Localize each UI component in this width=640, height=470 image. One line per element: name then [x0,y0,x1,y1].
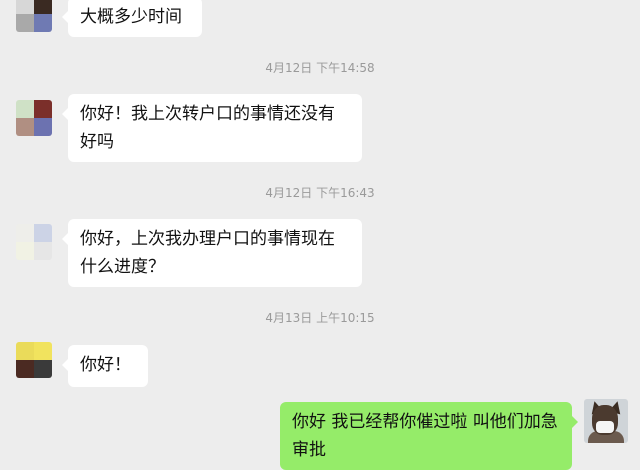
contact-avatar[interactable] [16,0,52,32]
avatar-pixel [16,242,34,260]
contact-avatar[interactable] [16,100,52,136]
avatar-pixel [16,14,34,32]
avatar-pixel [16,224,34,242]
avatar-pixel [34,118,52,136]
contact-avatar[interactable] [16,224,52,260]
avatar-pixel [16,0,34,14]
avatar-pixel [34,14,52,32]
avatar-pixel [16,100,34,118]
contact-avatar[interactable] [16,342,52,378]
timestamp: 4月13日 上午10:15 [265,311,375,325]
avatar-pixel [16,342,34,360]
avatar-pixel [34,360,52,378]
avatar-pixel [34,242,52,260]
avatar-pixel [16,118,34,136]
message-bubble[interactable]: 你好，上次我办理户口的事情现在什么进度？ [62,219,362,287]
timestamp: 4月12日 下午16:43 [265,186,375,200]
avatar-pixel [34,342,52,360]
chat-window[interactable]: 大概多少时间 4月12日 下午14:58 你好！我上次转户口的事情还没有好吗 4… [0,0,640,470]
avatar-pixel [34,0,52,14]
avatar-pixel [16,360,34,378]
avatar-pixel [34,100,52,118]
message-bubble-self[interactable]: 你好 我已经帮你催过啦 叫他们加急审批 [280,402,578,470]
timestamp: 4月12日 下午14:58 [265,61,375,75]
self-avatar[interactable] [584,399,628,443]
message-bubble[interactable]: 你好！我上次转户口的事情还没有好吗 [62,94,362,162]
message-bubble[interactable]: 你好！ [62,345,148,387]
mask-icon [596,421,614,433]
avatar-pixel [34,224,52,242]
message-bubble[interactable]: 大概多少时间 [62,0,202,37]
